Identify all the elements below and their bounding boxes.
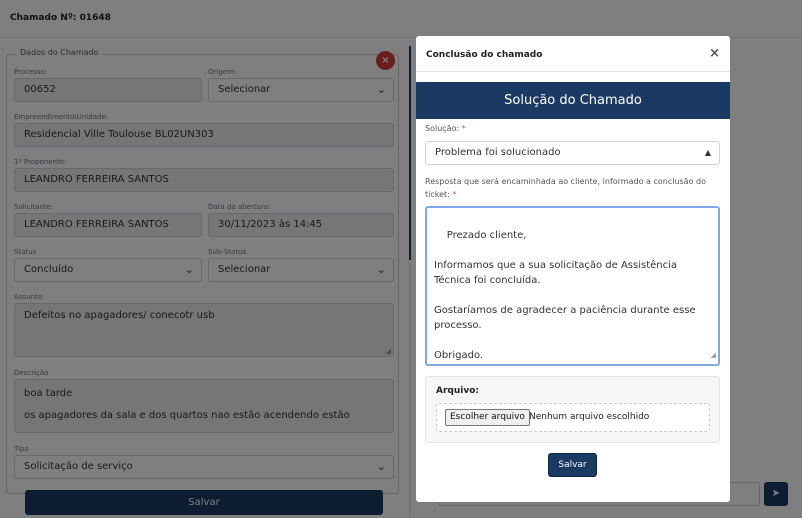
close-icon[interactable]: × bbox=[709, 46, 720, 61]
file-input[interactable]: Escolher arquivo Nenhum arquivo escolhid… bbox=[436, 403, 710, 432]
required-mark: * bbox=[452, 190, 457, 199]
solucao-label: Solução: * bbox=[425, 122, 466, 135]
conclusion-modal: Conclusão do chamado × Solução do Chamad… bbox=[416, 36, 730, 502]
modal-title: Conclusão do chamado bbox=[426, 50, 543, 60]
solucao-label-text: Solução: bbox=[425, 124, 460, 133]
resposta-textarea[interactable]: Prezado cliente, Informamos que a sua so… bbox=[425, 206, 720, 366]
arquivo-label: Arquivo: bbox=[436, 386, 479, 396]
resize-grip-icon[interactable]: ◢ bbox=[711, 348, 716, 363]
select-arrows-icon: ▲︎ bbox=[704, 148, 711, 157]
resposta-label-text: Resposta que será encaminhada ao cliente… bbox=[425, 177, 706, 199]
resposta-text: Prezado cliente, Informamos que a sua so… bbox=[434, 230, 696, 361]
modal-save-button[interactable]: Salvar bbox=[548, 453, 597, 477]
modal-header: Conclusão do chamado × bbox=[416, 36, 730, 72]
file-upload-box: Arquivo: Escolher arquivo Nenhum arquivo… bbox=[425, 376, 720, 443]
resposta-label: Resposta que será encaminhada ao cliente… bbox=[425, 175, 720, 201]
solucao-value: Problema foi solucionado bbox=[435, 147, 561, 158]
no-file-text: Nenhum arquivo escolhido bbox=[529, 412, 650, 422]
solution-banner: Solução do Chamado bbox=[416, 82, 730, 119]
required-mark: * bbox=[461, 124, 466, 133]
solucao-select[interactable]: Problema foi solucionado ▲︎ bbox=[425, 141, 720, 165]
choose-file-button[interactable]: Escolher arquivo bbox=[445, 409, 530, 426]
